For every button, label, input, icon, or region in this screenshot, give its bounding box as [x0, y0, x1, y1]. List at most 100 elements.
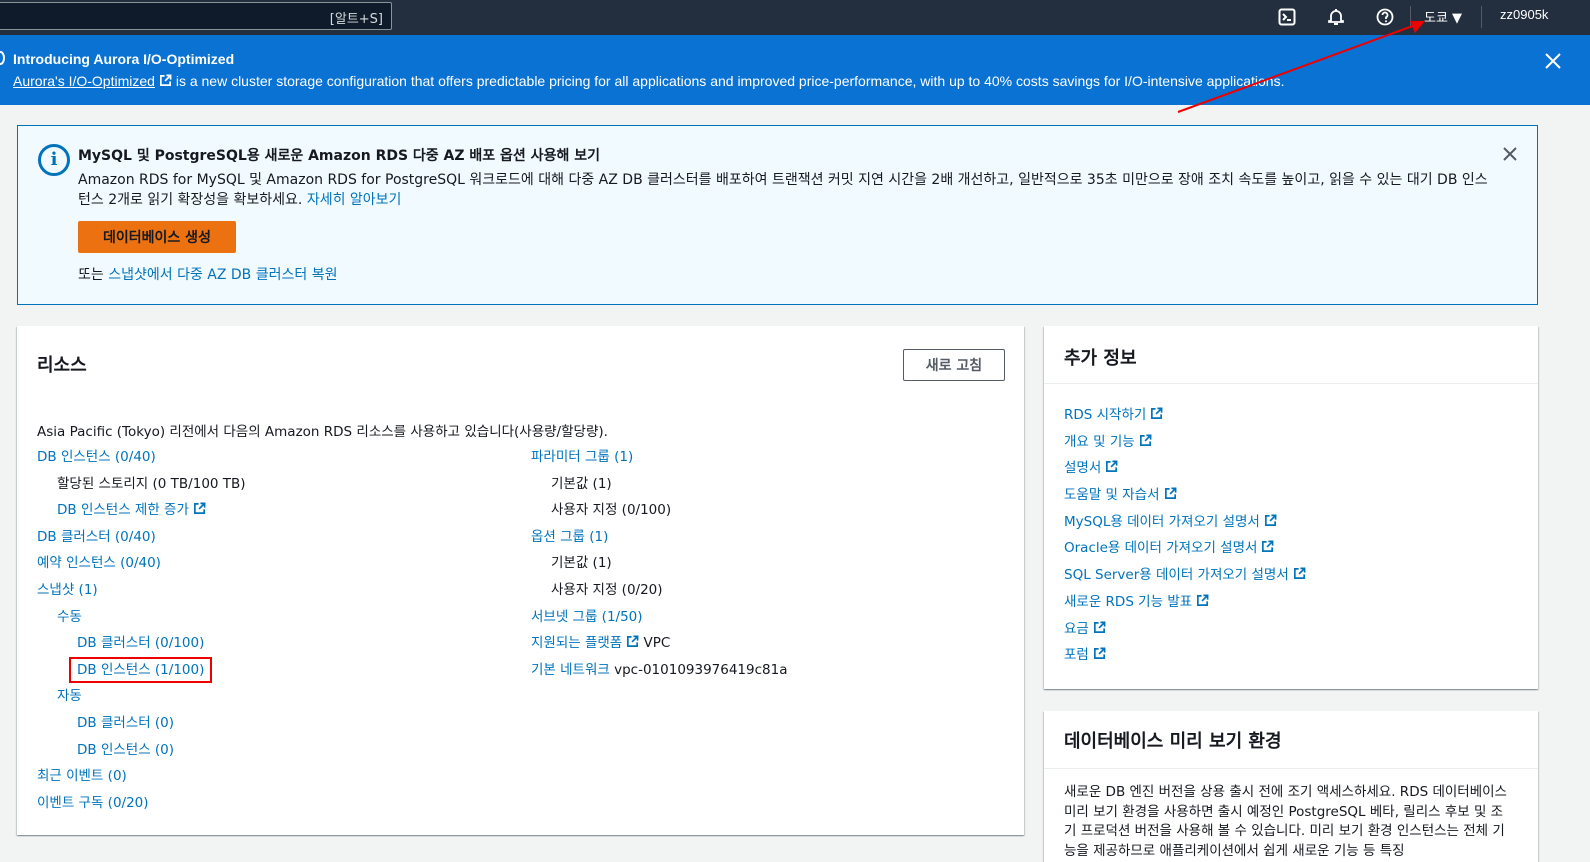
- resource-row: 파라미터 그룹 (1): [531, 444, 788, 471]
- banner-text: Aurora's I/O-Optimized is a new cluster …: [13, 73, 1284, 89]
- resource-link[interactable]: DB 클러스터 (0/40): [37, 529, 156, 545]
- info-link-item: 요금: [1064, 616, 1306, 643]
- alert-body-text: Amazon RDS for MySQL 및 Amazon RDS for Po…: [78, 172, 1488, 208]
- resource-row: 최근 이벤트 (0): [37, 763, 246, 790]
- resource-text: 사용자 지정 (0/20): [551, 581, 663, 598]
- restore-from-snapshot-link[interactable]: 스냅샷에서 다중 AZ DB 클러스터 복원: [108, 267, 337, 283]
- external-link-icon: [1093, 621, 1106, 633]
- resource-row: 자동: [37, 683, 246, 710]
- resource-link[interactable]: DB 클러스터 (0/100): [77, 635, 204, 651]
- info-link-item: MySQL용 데이터 가져오기 설명서: [1064, 509, 1306, 536]
- additional-info-title: 추가 정보: [1064, 348, 1137, 369]
- resources-left-column: DB 인스턴스 (0/40) 할당된 스토리지 (0 TB/100 TB) DB 인…: [37, 444, 246, 816]
- info-link[interactable]: MySQL용 데이터 가져오기 설명서: [1064, 514, 1260, 530]
- top-navigation: [알트+S] 도쿄 ▼ zz0905k: [0, 0, 1590, 35]
- banner-description: is a new cluster storage configuration t…: [171, 73, 1285, 89]
- close-banner-icon[interactable]: [1544, 52, 1562, 70]
- resources-panel: 리소스 새로 고침 Asia Pacific (Tokyo) 리전에서 다음의 …: [17, 326, 1024, 835]
- info-link-item: Oracle용 데이터 가져오기 설명서: [1064, 535, 1306, 562]
- resource-link[interactable]: 최근 이벤트 (0): [37, 768, 127, 784]
- resource-text: 사용자 지정 (0/100): [551, 502, 672, 519]
- database-preview-panel: 데이터베이스 미리 보기 환경 새로운 DB 엔진 버전을 상용 출시 전에 조…: [1044, 711, 1538, 862]
- notifications-bell-icon[interactable]: [1325, 6, 1347, 28]
- resource-link[interactable]: 예약 인스턴스 (0/40): [37, 555, 161, 571]
- resource-row: 기본값 (1): [531, 550, 788, 577]
- info-link[interactable]: RDS 시작하기: [1064, 407, 1146, 423]
- banner-link[interactable]: Aurora's I/O-Optimized: [13, 73, 155, 89]
- resource-link[interactable]: 옵션 그룹 (1): [531, 529, 608, 545]
- resource-link[interactable]: 이벤트 구독 (0/20): [37, 795, 149, 811]
- info-circle-icon: i: [38, 144, 70, 176]
- resource-link[interactable]: DB 인스턴스 (0/40): [37, 449, 156, 465]
- create-database-button[interactable]: 데이터베이스 생성: [78, 221, 236, 253]
- resource-row: 수동: [37, 604, 246, 631]
- nav-divider: [1481, 6, 1482, 28]
- external-link-icon: [1106, 460, 1118, 473]
- resource-link[interactable]: DB 인스턴스 (0): [77, 742, 174, 758]
- resource-row: 옵션 그룹 (1): [531, 524, 788, 551]
- info-link[interactable]: 도움말 및 자습서: [1064, 487, 1160, 503]
- info-link[interactable]: 새로운 RDS 기능 발표: [1064, 594, 1192, 610]
- external-link-icon: [1151, 407, 1163, 419]
- resource-row: DB 클러스터 (0/40): [37, 524, 246, 551]
- banner-title: Introducing Aurora I/O-Optimized: [13, 51, 235, 67]
- resource-row: 기본 네트워크 vpc-0101093976419c81a: [531, 657, 788, 684]
- multi-az-info-alert: i MySQL 및 PostgreSQL용 새로운 Amazon RDS 다중 …: [17, 125, 1538, 305]
- resource-text: 기본값 (1): [551, 475, 612, 492]
- external-link-icon: [159, 74, 172, 86]
- external-link-icon: [1093, 647, 1106, 660]
- resource-link[interactable]: 수동: [57, 609, 82, 625]
- info-link[interactable]: 개요 및 기능: [1064, 434, 1135, 450]
- info-link[interactable]: 설명서: [1064, 460, 1101, 476]
- learn-more-link[interactable]: 자세히 알아보기: [307, 192, 402, 208]
- additional-info-links: RDS 시작하기개요 및 기능설명서도움말 및 자습서 MySQL용 데이터 가져…: [1064, 402, 1306, 669]
- close-alert-icon[interactable]: [1501, 145, 1521, 165]
- preview-title: 데이터베이스 미리 보기 환경: [1064, 731, 1282, 752]
- resources-title: 리소스: [37, 355, 87, 376]
- external-link-icon: [1164, 487, 1176, 500]
- resource-row: 이벤트 구독 (0/20): [37, 790, 246, 817]
- info-link[interactable]: SQL Server용 데이터 가져오기 설명서: [1064, 567, 1289, 583]
- resource-link[interactable]: DB 클러스터 (0): [77, 715, 174, 731]
- search-shortcut-hint: [알트+S]: [329, 12, 383, 27]
- account-menu[interactable]: zz0905k: [1500, 7, 1548, 22]
- resource-value: vpc-0101093976419c81a: [609, 661, 788, 678]
- alert-title: MySQL 및 PostgreSQL용 새로운 Amazon RDS 다중 AZ…: [78, 148, 600, 164]
- resource-row: 지원되는 플랫폼 VPC: [531, 630, 788, 657]
- highlight-box: DB 인스턴스 (1/100): [69, 656, 213, 683]
- info-link-item: 도움말 및 자습서: [1064, 482, 1306, 509]
- search-input[interactable]: [알트+S]: [0, 2, 392, 30]
- resource-link[interactable]: 기본 네트워크: [531, 662, 610, 678]
- external-link-icon: [1139, 434, 1152, 446]
- resource-row: DB 클러스터 (0): [37, 710, 246, 737]
- resources-description: Asia Pacific (Tokyo) 리전에서 다음의 Amazon RDS…: [37, 424, 608, 440]
- resource-link[interactable]: DB 인스턴스 제한 증가: [57, 502, 189, 518]
- resource-link[interactable]: 자동: [57, 688, 82, 704]
- resource-row: 기본값 (1): [531, 471, 788, 498]
- external-link-icon: [1197, 594, 1209, 606]
- resource-row: DB 인스턴스 (0/40): [37, 444, 246, 471]
- resource-link[interactable]: 지원되는 플랫폼: [531, 635, 622, 651]
- cloudshell-icon[interactable]: [1276, 6, 1298, 28]
- refresh-button[interactable]: 새로 고침: [903, 349, 1005, 381]
- info-link-item: 설명서: [1064, 455, 1306, 482]
- resource-link[interactable]: 스냅샷 (1): [37, 582, 98, 598]
- resource-row: 서브넷 그룹 (1/50): [531, 604, 788, 631]
- alert-or-line: 또는 스냅샷에서 다중 AZ DB 클러스터 복원: [78, 264, 337, 284]
- resource-row: 사용자 지정 (0/100): [531, 497, 788, 524]
- info-icon: [0, 51, 5, 65]
- region-selector[interactable]: 도쿄 ▼: [1424, 7, 1462, 26]
- info-link[interactable]: 포럼: [1064, 647, 1089, 663]
- alert-body: Amazon RDS for MySQL 및 Amazon RDS for Po…: [78, 170, 1488, 210]
- resource-row: DB 인스턴스 (1/100): [37, 656, 246, 684]
- panel-header: 추가 정보: [1044, 326, 1538, 384]
- info-link[interactable]: 요금: [1064, 621, 1089, 637]
- resource-text: 기본값 (1): [551, 555, 612, 572]
- resource-link[interactable]: DB 인스턴스 (1/100): [77, 662, 204, 678]
- resource-link[interactable]: 서브넷 그룹 (1/50): [531, 609, 643, 625]
- nav-divider: [1410, 6, 1411, 28]
- resource-link[interactable]: 파라미터 그룹 (1): [531, 449, 633, 465]
- help-icon[interactable]: [1374, 6, 1396, 28]
- info-link-item: SQL Server용 데이터 가져오기 설명서: [1064, 562, 1306, 589]
- info-link[interactable]: Oracle용 데이터 가져오기 설명서: [1064, 540, 1257, 556]
